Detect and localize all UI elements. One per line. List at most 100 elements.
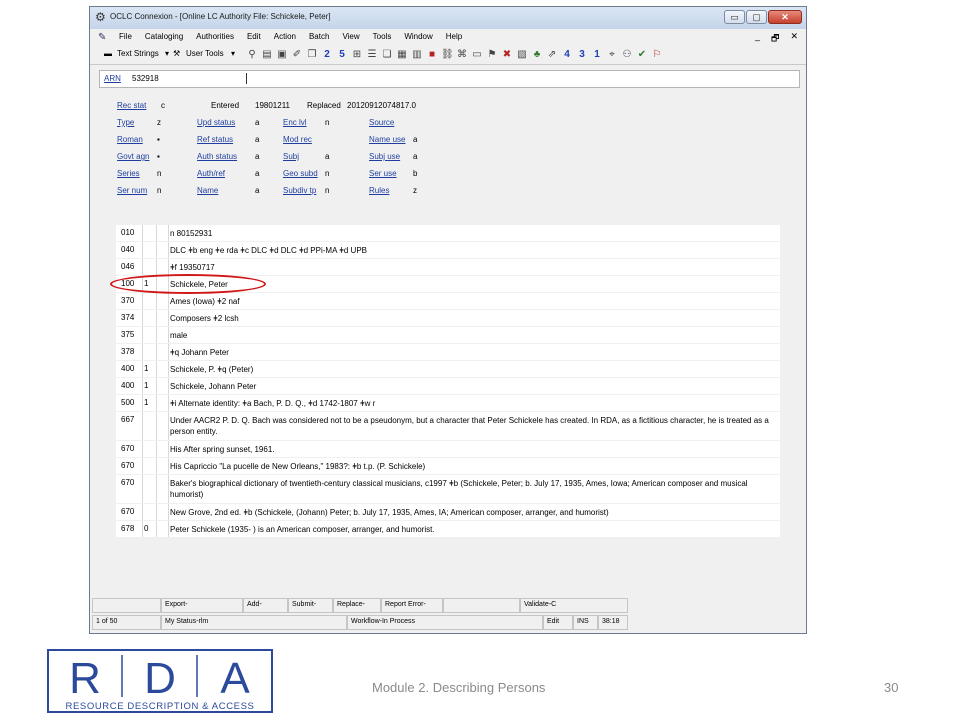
field-data[interactable]: Baker's biographical dictionary of twent…	[170, 478, 774, 500]
field-data[interactable]: n 80152931	[170, 228, 774, 239]
people-icon[interactable]: ⚇	[621, 48, 633, 61]
status-submit[interactable]: Submit-	[288, 598, 333, 613]
status-replace[interactable]: Replace-	[333, 598, 381, 613]
field-data[interactable]: Composers ǂ2 lcsh	[170, 313, 774, 324]
ff-value-govt-agn[interactable]: ▪	[157, 152, 160, 161]
ff-value-rules[interactable]: z	[413, 186, 417, 195]
field-data[interactable]: ǂi Alternate identity: ǂa Bach, P. D. Q.…	[170, 398, 774, 409]
menu-action[interactable]: Action	[274, 32, 296, 41]
ff-value-upd-status[interactable]: a	[255, 118, 259, 127]
ff-label-series[interactable]: Series	[117, 169, 140, 178]
field-data[interactable]: ǂq Johann Peter	[170, 347, 774, 358]
list-icon[interactable]: ☰	[366, 48, 378, 61]
ff-value-subdiv-tp[interactable]: n	[325, 186, 329, 195]
field-icon[interactable]: ▭	[471, 48, 483, 61]
field-tag[interactable]: 400	[121, 381, 134, 390]
ff-value-auth-ref[interactable]: a	[255, 169, 259, 178]
arn-label[interactable]: ARN	[104, 74, 121, 83]
menu-authorities[interactable]: Authorities	[196, 32, 234, 41]
menu-view[interactable]: View	[342, 32, 359, 41]
field-row[interactable]: 046 ǂf 19350717	[116, 259, 780, 275]
user-tools-button[interactable]: User Tools	[186, 49, 224, 58]
ff-label-geo-subd[interactable]: Geo subd	[283, 169, 318, 178]
field-tag[interactable]: 100	[121, 279, 134, 288]
field-data[interactable]: DLC ǂb eng ǂe rda ǂc DLC ǂd DLC ǂd PPi-M…	[170, 245, 774, 256]
ff-value-type[interactable]: z	[157, 118, 161, 127]
ff-label-subdiv-tp[interactable]: Subdiv tp	[283, 186, 316, 195]
lock-icon[interactable]: ▧	[516, 48, 528, 61]
mdi-minimize-button[interactable]: _	[755, 31, 760, 47]
menu-batch[interactable]: Batch	[309, 32, 329, 41]
field-row[interactable]: 010 n 80152931	[116, 225, 780, 241]
document-icon[interactable]: ✎	[98, 32, 106, 43]
menu-window[interactable]: Window	[404, 32, 432, 41]
field-row[interactable]: 500 1 ǂi Alternate identity: ǂa Bach, P. D…	[116, 395, 780, 411]
status-export[interactable]: Export-	[161, 598, 243, 613]
field-row[interactable]: 400 1 Schickele, Johann Peter	[116, 378, 780, 394]
field-data[interactable]: Schickele, Johann Peter	[170, 381, 774, 392]
field-indicator1[interactable]: 1	[144, 279, 148, 288]
search-icon[interactable]: ⚲	[246, 48, 258, 61]
network-icon[interactable]: ⌖	[606, 48, 618, 61]
field-tag[interactable]: 670	[121, 461, 134, 470]
ff-value-ser-use[interactable]: b	[413, 169, 417, 178]
field-data[interactable]: His Capriccio "La pucelle de New Orleans…	[170, 461, 774, 472]
field-tag[interactable]: 678	[121, 524, 134, 533]
close-button[interactable]: ✕	[768, 10, 802, 24]
ff-label-name-use[interactable]: Name use	[369, 135, 405, 144]
field-tag[interactable]: 370	[121, 296, 134, 305]
field-row[interactable]: 670 His After spring sunset, 1961.	[116, 441, 780, 457]
ff-label-subj[interactable]: Subj	[283, 152, 299, 161]
ff-label-source[interactable]: Source	[369, 118, 394, 127]
validate-icon[interactable]: ✔	[636, 48, 648, 61]
ff-value-geo-subd[interactable]: n	[325, 169, 329, 178]
ff-label-ser-num[interactable]: Ser num	[117, 186, 147, 195]
ff-label-type[interactable]: Type	[117, 118, 134, 127]
ff-value-ref-status[interactable]: a	[255, 135, 259, 144]
tag-icon[interactable]: ⌘	[456, 48, 468, 61]
field-data[interactable]: New Grove, 2nd ed. ǂb (Schickele, (Johan…	[170, 507, 774, 518]
field-row[interactable]: 040 DLC ǂb eng ǂe rda ǂc DLC ǂd DLC ǂd PP…	[116, 242, 780, 258]
text-strings-dropdown[interactable]: ▾	[165, 49, 169, 58]
ff-value-subj-use[interactable]: a	[413, 152, 417, 161]
field-indicator1[interactable]: 1	[144, 381, 148, 390]
field-tag[interactable]: 010	[121, 228, 134, 237]
field-row[interactable]: 375 male	[116, 327, 780, 343]
field-row[interactable]: 400 1 Schickele, P. ǂq (Peter)	[116, 361, 780, 377]
status-add[interactable]: Add-	[243, 598, 288, 613]
field-tag[interactable]: 040	[121, 245, 134, 254]
ff-label-rules[interactable]: Rules	[369, 186, 389, 195]
field-tag[interactable]: 670	[121, 507, 134, 516]
field-data[interactable]: male	[170, 330, 774, 341]
ff-label-auth-status[interactable]: Auth status	[197, 152, 237, 161]
menu-tools[interactable]: Tools	[373, 32, 392, 41]
toolbar-2-button[interactable]: 2	[321, 48, 333, 61]
clipboard-icon[interactable]: ▦	[396, 48, 408, 61]
ff-label-name[interactable]: Name	[197, 186, 218, 195]
ff-label-mod-rec[interactable]: Mod rec	[283, 135, 312, 144]
field-tag[interactable]: 378	[121, 347, 134, 356]
field-row[interactable]: 667 Under AACR2 P. D. Q. Bach was conside…	[116, 412, 780, 440]
field-indicator1[interactable]: 0	[144, 524, 148, 533]
status-validate[interactable]: Validate-C	[520, 598, 628, 613]
field-indicator1[interactable]: 1	[144, 398, 148, 407]
field-data[interactable]: Peter Schickele (1935- ) is an American …	[170, 524, 774, 535]
field-data[interactable]: Ames (Iowa) ǂ2 naf	[170, 296, 774, 307]
ff-value-roman[interactable]: ▪	[157, 135, 160, 144]
text-strings-button[interactable]: Text Strings	[117, 49, 159, 58]
save-icon[interactable]: ▣	[276, 48, 288, 61]
menu-cataloging[interactable]: Cataloging	[145, 32, 183, 41]
insert-icon[interactable]: ⊞	[351, 48, 363, 61]
ff-label-upd-status[interactable]: Upd status	[197, 118, 235, 127]
browse-icon[interactable]: ▤	[261, 48, 273, 61]
minimize-button[interactable]: ▭	[724, 10, 745, 24]
field-tag[interactable]: 046	[121, 262, 134, 271]
field-row[interactable]: 670 His Capriccio "La pucelle de New Orle…	[116, 458, 780, 474]
status-report-error[interactable]: Report Error-	[381, 598, 443, 613]
toolbar-1-button[interactable]: 1	[591, 48, 603, 61]
field-row[interactable]: 670 Baker's biographical dictionary of tw…	[116, 475, 780, 503]
field-row[interactable]: 100 1 Schickele, Peter	[116, 276, 780, 292]
field-tag[interactable]: 375	[121, 330, 134, 339]
report-icon[interactable]: ⚐	[651, 48, 663, 61]
menu-help[interactable]: Help	[446, 32, 462, 41]
